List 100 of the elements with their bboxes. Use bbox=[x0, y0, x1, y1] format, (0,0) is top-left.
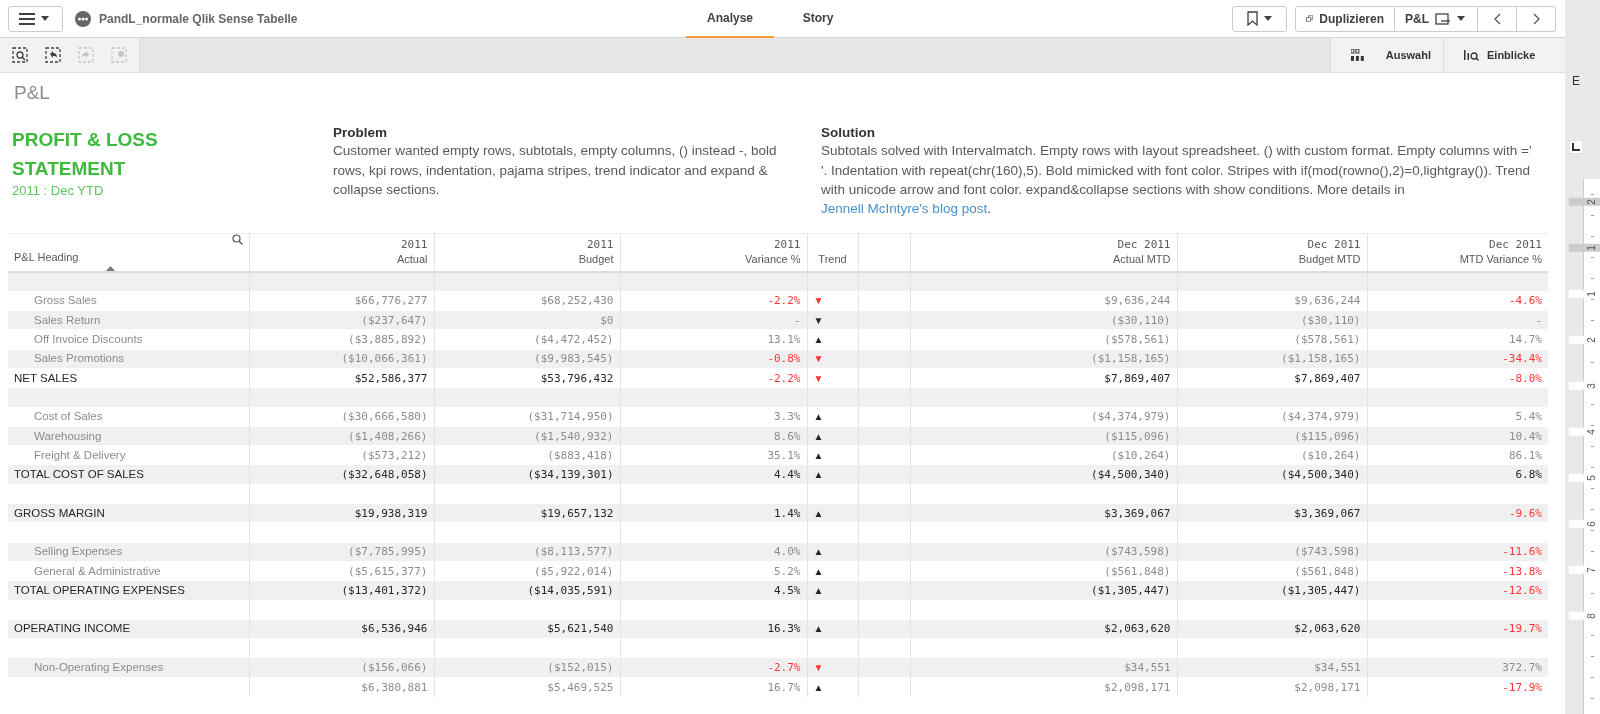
trend-arrow: ▲ bbox=[813, 430, 824, 442]
table-cell: -2.2% bbox=[767, 294, 801, 308]
table-cell: 16.7% bbox=[767, 680, 801, 694]
insights-icon bbox=[1464, 49, 1479, 61]
solution-text: Subtotals solved with Intervalmatch. Empty rows with layout spreadsheet. () with custom format. Empty columns with =' '. Indentation with repeat(chr(160),5). Bold mimicked with font color. Stripes with if(mod(rowno(),2)=0,lightgray()). Trend with unicode arrow and font color. expand&collapse sections with show conditions. More details in Jennell McIntyre's blog post. bbox=[821, 142, 1533, 219]
duplicate-button[interactable]: Duplizieren bbox=[1295, 5, 1395, 32]
table-cell: ($4,500,340) bbox=[1281, 468, 1361, 482]
column-header[interactable]: Trend bbox=[818, 253, 847, 265]
table-cell: -11.6% bbox=[1502, 545, 1542, 559]
table-cell: ($30,666,580) bbox=[341, 410, 428, 424]
table-cell: ($10,264) bbox=[1300, 448, 1361, 462]
table-cell: 13.1% bbox=[767, 333, 801, 347]
table-cell: $3,369,067 bbox=[1294, 506, 1361, 520]
trend-arrow: ▲ bbox=[813, 584, 824, 596]
trend-arrow: ▲ bbox=[813, 469, 824, 481]
table-cell: $2,098,171 bbox=[1294, 680, 1361, 694]
trend-arrow: ▲ bbox=[813, 334, 824, 346]
bookmark-button[interactable] bbox=[1232, 5, 1287, 32]
table-cell: -9.6% bbox=[1508, 506, 1542, 520]
corner-icon bbox=[1569, 140, 1583, 154]
table-cell: $66,776,277 bbox=[354, 294, 428, 308]
menu-icon bbox=[19, 12, 35, 25]
table-cell: ($1,158,165) bbox=[1091, 352, 1171, 366]
caret-icon bbox=[41, 16, 49, 21]
table-cell: $19,657,132 bbox=[540, 506, 614, 520]
ruler-number: 2 bbox=[1569, 198, 1600, 206]
table-cell: ($1,158,165) bbox=[1281, 352, 1361, 366]
table-cell: $52,586,377 bbox=[354, 371, 428, 385]
table-cell: 372.7% bbox=[1502, 661, 1542, 675]
problem-text: Customer wanted empty rows, subtotals, empty columns, () instead -, bold rows, kpi rows, indentation, pajama stripes, trend indicator and expand & collapse sections. bbox=[333, 142, 778, 199]
step-back-button[interactable] bbox=[45, 47, 61, 63]
table-cell: ($1,305,447) bbox=[1091, 583, 1171, 597]
trend-arrow: ▲ bbox=[813, 546, 824, 558]
table-cell: $68,252,430 bbox=[540, 294, 614, 308]
table-cell: ($30,110) bbox=[1300, 313, 1361, 327]
trend-arrow: ▲ bbox=[813, 507, 824, 519]
table-cell: 5.4% bbox=[1515, 410, 1542, 424]
table-cell: 5.2% bbox=[774, 564, 801, 578]
table-cell: 4.4% bbox=[774, 468, 801, 482]
sheet-button[interactable]: P&L bbox=[1395, 5, 1478, 32]
statement-title: PROFIT & LOSS STATEMENT bbox=[12, 128, 159, 181]
table-cell: ($1,408,266) bbox=[348, 429, 428, 443]
table-cell: ($156,066) bbox=[361, 661, 428, 675]
table-cell: ($883,418) bbox=[547, 448, 614, 462]
row-label: Sales Promotions bbox=[33, 352, 125, 365]
table-cell: ($31,714,950) bbox=[527, 410, 614, 424]
trend-arrow: ▲ bbox=[813, 449, 824, 461]
row-label: General & Administrative bbox=[33, 564, 161, 577]
table-cell: ($561,848) bbox=[1104, 564, 1171, 578]
step-forward-icon bbox=[78, 47, 94, 63]
table-cell: 35.1% bbox=[767, 448, 801, 462]
table-cell: ($4,500,340) bbox=[1091, 468, 1171, 482]
table-cell: -0.8% bbox=[767, 352, 801, 366]
row-label: OPERATING INCOME bbox=[14, 622, 131, 635]
table-cell: -4.6% bbox=[1508, 294, 1542, 308]
insights-button[interactable]: Einblicke bbox=[1443, 38, 1565, 72]
selection-search-button[interactable] bbox=[12, 47, 28, 63]
table-cell: ($743,598) bbox=[1104, 545, 1171, 559]
selections-button[interactable]: Auswahl bbox=[1330, 38, 1443, 72]
grid-icon bbox=[1351, 49, 1364, 61]
trend-arrow: ▼ bbox=[813, 662, 824, 674]
tab[interactable]: Story bbox=[774, 0, 862, 38]
row-label: GROSS MARGIN bbox=[14, 506, 105, 519]
table-cell: ($5,922,014) bbox=[534, 564, 614, 578]
table-cell: ($8,113,577) bbox=[534, 545, 614, 559]
table-cell: ($9,983,545) bbox=[534, 352, 614, 366]
table-cell: 16.3% bbox=[767, 622, 801, 636]
table-cell: 8.6% bbox=[774, 429, 801, 443]
trend-arrow: ▼ bbox=[813, 295, 824, 307]
table-cell: 4.0% bbox=[774, 545, 801, 559]
bookmark-icon bbox=[1247, 11, 1258, 26]
ruler-number: 1 bbox=[1569, 244, 1600, 252]
table-cell: ($115,096) bbox=[1104, 429, 1171, 443]
column-header[interactable]: P&L Heading bbox=[14, 250, 79, 265]
trend-arrow: ▼ bbox=[813, 353, 824, 365]
more-icon[interactable] bbox=[75, 10, 91, 27]
copy-icon bbox=[1306, 12, 1314, 25]
table-cell: ($1,540,932) bbox=[534, 429, 614, 443]
table-cell: ($115,096) bbox=[1294, 429, 1361, 443]
search-icon[interactable] bbox=[231, 234, 243, 245]
row-label: Cost of Sales bbox=[33, 410, 103, 423]
chevron-right-icon bbox=[1532, 12, 1540, 25]
table-cell: -12.6% bbox=[1502, 583, 1542, 597]
row-label: Warehousing bbox=[33, 429, 102, 442]
table-cell: 14.7% bbox=[1508, 333, 1542, 347]
table-cell: ($573,212) bbox=[361, 448, 428, 462]
trend-arrow: ▲ bbox=[813, 681, 824, 693]
table-cell: ($578,561) bbox=[1104, 333, 1171, 347]
row-label: Freight & Delivery bbox=[33, 448, 126, 461]
table-cell: ($14,035,591) bbox=[527, 583, 614, 597]
table-cell: 86.1% bbox=[1508, 448, 1542, 462]
table-cell: 10.4% bbox=[1508, 429, 1542, 443]
edge-letter: E bbox=[1572, 73, 1580, 90]
table-cell: 6.8% bbox=[1515, 468, 1542, 482]
menu-button[interactable] bbox=[8, 5, 63, 32]
table-cell: ($561,848) bbox=[1294, 564, 1361, 578]
table-cell: $9,636,244 bbox=[1104, 294, 1171, 308]
period-label: 2011 : Dec YTD bbox=[12, 182, 105, 200]
trend-arrow: ▲ bbox=[813, 623, 824, 635]
section-heading: Problem bbox=[333, 125, 388, 142]
